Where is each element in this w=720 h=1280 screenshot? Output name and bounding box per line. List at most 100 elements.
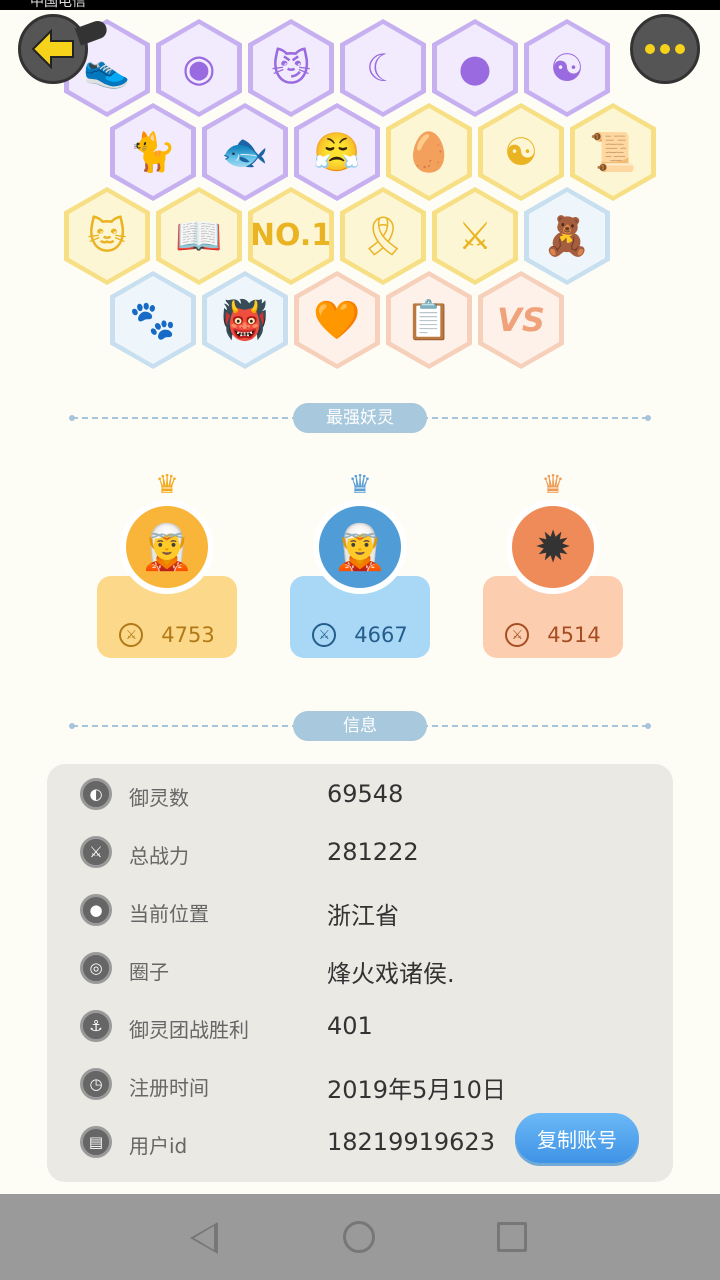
id-card-icon: ▤ [80,1126,112,1158]
champion-card-3[interactable]: ♛ ✹ ⚔ 4514 [483,472,623,658]
info-row: ◎ 圈子 烽火戏诸侯. [47,942,673,1000]
anchor-icon: ⚓ [80,1010,112,1042]
champion-card-2[interactable]: ♛ 🧝 ⚔ 4667 [290,472,430,658]
badge-icon: 😼 [253,24,329,112]
badge[interactable]: 😼 [248,19,334,117]
info-label: 注册时间 [129,1076,209,1100]
info-row: ◐ 御灵数 69548 [47,768,673,826]
sword-icon: ⚔ [119,623,144,647]
champion-score: ⚔ 4667 [290,620,430,650]
badge[interactable]: ⚔ [432,187,518,285]
info-value: 2019年5月10日 [327,1076,506,1104]
badge[interactable]: 🐱 [64,187,150,285]
badge-grid: 👟 ◉ 😼 ☾ ● ☯ 🐈 🐟 😤 🥚 ☯ 📜 🐱 📖 NO.1 🎗 ⚔ 🧸 🐾… [0,15,720,375]
info-label: 圈子 [129,960,169,984]
info-value: 18219919623 [327,1128,495,1156]
badge-icon: ● [437,24,513,112]
badge[interactable]: NO.1 [248,187,334,285]
info-value: 浙江省 [327,902,399,930]
badge-icon: 📜 [575,108,651,196]
badge[interactable]: ☯ [524,19,610,117]
badge-icon: 🐱 [69,192,145,280]
info-value: 401 [327,1012,373,1040]
copy-account-button[interactable]: 复制账号 [515,1113,639,1163]
badge-icon: ☾ [345,24,421,112]
nav-home-icon[interactable] [343,1221,375,1253]
info-label: 当前位置 [129,902,209,926]
badge[interactable]: 🥚 [386,103,472,201]
status-bar: 中国电信 [0,0,720,10]
silver-crown-icon: ♛ [348,470,372,500]
badge[interactable]: 😤 [294,103,380,201]
badge-icon: 🎗 [345,192,421,280]
badge[interactable]: 🐾 [110,271,196,369]
badge[interactable]: 👹 [202,271,288,369]
arrow-left-icon [31,29,74,69]
badge-icon: 📖 [161,192,237,280]
more-button[interactable] [630,14,700,84]
badge[interactable]: VS [478,271,564,369]
badge[interactable]: ☾ [340,19,426,117]
champion-avatar-icon: ✹ [506,500,600,594]
badge[interactable]: 📋 [386,271,472,369]
champion-score: ⚔ 4753 [97,620,237,650]
badge-icon: 🐈 [115,108,191,196]
clock-icon: ◷ [80,1068,112,1100]
champion-power: 4753 [161,623,215,647]
badge-icon: 😤 [299,108,375,196]
sword-icon: ⚔ [312,623,337,647]
nav-back-icon[interactable] [190,1222,218,1254]
info-card: ◐ 御灵数 69548 ⚔ 总战力 281222 ● 当前位置 浙江省 ◎ 圈子… [47,764,673,1182]
badge[interactable]: ● [432,19,518,117]
info-label: 御灵数 [129,786,189,810]
info-label: 御灵团战胜利 [129,1018,249,1042]
spirit-count-icon: ◐ [80,778,112,810]
champion-power: 4667 [354,623,408,647]
champion-card-1[interactable]: ♛ 🧝 ⚔ 4753 [97,472,237,658]
badge-icon: ⚔ [437,192,513,280]
nav-recent-icon[interactable] [497,1222,527,1252]
champion-avatar-icon: 🧝 [313,500,407,594]
info-row: ⚓ 御灵团战胜利 401 [47,1000,673,1058]
champion-power: 4514 [547,623,601,647]
info-row: ⚔ 总战力 281222 [47,826,673,884]
badge[interactable]: ☯ [478,103,564,201]
carrier-label: 中国电信 [30,0,86,10]
champion-avatar-icon: 🧝 [120,500,214,594]
badge[interactable]: 🐟 [202,103,288,201]
bronze-crown-icon: ♛ [541,470,565,500]
badge[interactable]: 📖 [156,187,242,285]
badge[interactable]: 🐈 [110,103,196,201]
badge-icon: VS [483,276,559,364]
info-value[interactable]: 烽火戏诸侯. [327,954,455,989]
badge-icon: 🧸 [529,192,605,280]
badge-icon: 🐟 [207,108,283,196]
badge-icon: 📋 [391,276,467,364]
info-row: ◷ 注册时间 2019年5月10日 [47,1058,673,1116]
badge[interactable]: 📜 [570,103,656,201]
strongest-title: 最强妖灵 [293,403,427,433]
badge-icon: 🥚 [391,108,467,196]
sword-icon: ⚔ [505,623,530,647]
more-dots-icon [645,44,655,54]
badge[interactable]: 🧸 [524,187,610,285]
info-value: 69548 [327,780,404,808]
circle-icon: ◎ [80,952,112,984]
badge-icon: ☯ [483,108,559,196]
info-label: 用户id [129,1134,188,1158]
info-row: ● 当前位置 浙江省 [47,884,673,942]
badge-icon: 🐾 [115,276,191,364]
back-button[interactable] [18,14,88,84]
badge-icon: 👹 [207,276,283,364]
champion-score: ⚔ 4514 [483,620,623,650]
gold-crown-icon: ♛ [155,470,179,500]
badge[interactable]: 🎗 [340,187,426,285]
badge-icon: ◉ [161,24,237,112]
badge[interactable]: ◉ [156,19,242,117]
android-nav-bar [0,1194,720,1280]
badge-icon: 🧡 [299,276,375,364]
badge-icon: ☯ [529,24,605,112]
location-pin-icon: ● [80,894,112,926]
badge-icon: NO.1 [253,192,329,280]
badge[interactable]: 🧡 [294,271,380,369]
